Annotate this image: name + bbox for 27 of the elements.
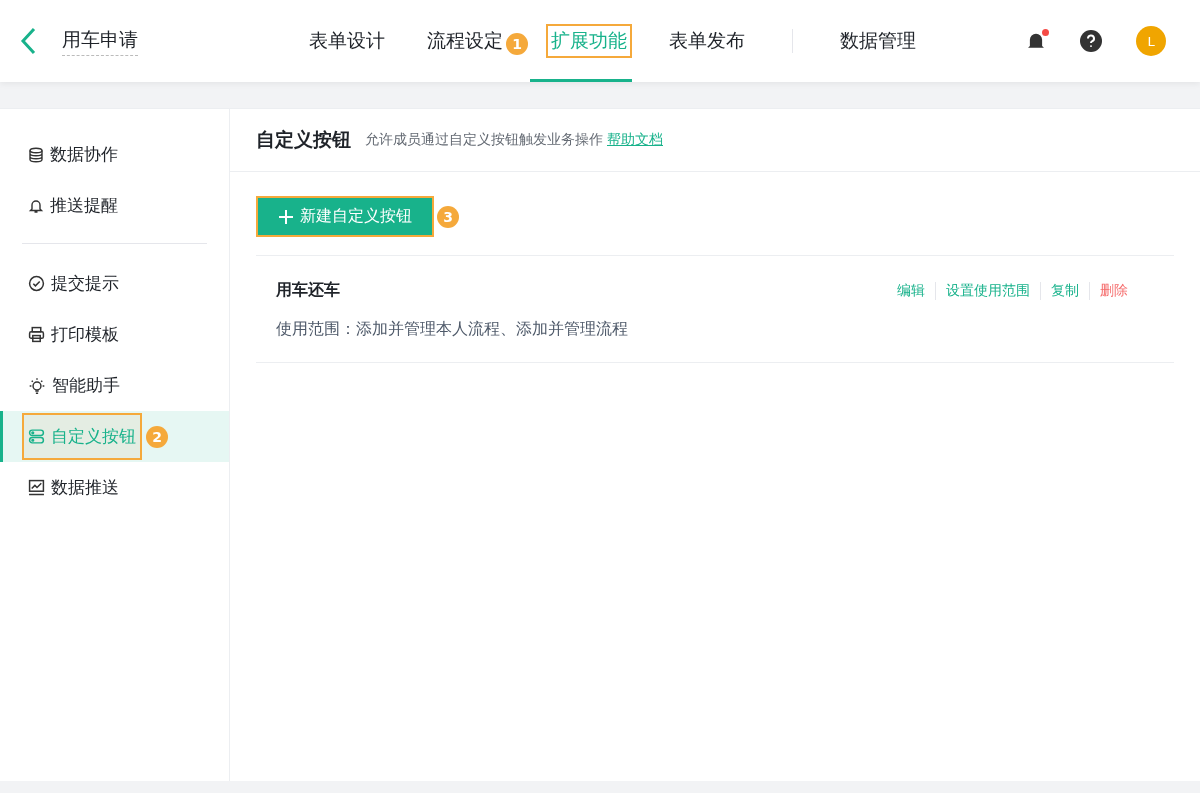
step-marker: 2: [146, 425, 168, 448]
sidebar-item[interactable]: 智能助手: [0, 360, 229, 411]
step-marker: 3: [437, 206, 459, 228]
database-icon: [28, 146, 44, 163]
nav-tab[interactable]: 流程设定: [422, 0, 508, 82]
toggle-buttons-icon: [28, 428, 45, 445]
check-circle-icon: [28, 275, 45, 292]
line-chart-icon: [28, 479, 45, 496]
printer-icon: [28, 326, 45, 343]
step-marker: 1: [506, 33, 528, 55]
sidebar-item[interactable]: 数据推送: [0, 462, 229, 513]
lightbulb-icon: [28, 376, 46, 395]
scope-text: 使用范围：添加并管理本人流程、添加并管理流程: [276, 319, 629, 340]
sidebar-item[interactable]: 打印模板: [0, 309, 229, 360]
bell-icon: [28, 197, 44, 214]
form-title: 用车申请: [62, 26, 138, 56]
nav-tab[interactable]: 数据管理: [835, 0, 921, 82]
plus-icon: [278, 208, 294, 225]
button-name: 用车还车: [276, 280, 340, 301]
nav-tab[interactable]: 表单设计: [304, 0, 390, 82]
section-description: 允许成员通过自定义按钮触发业务操作: [365, 131, 603, 149]
sidebar-item[interactable]: 数据协作: [0, 129, 229, 180]
nav-tab[interactable]: 表单发布: [664, 0, 750, 82]
help-icon[interactable]: [1080, 30, 1102, 52]
section-title: 自定义按钮: [256, 127, 351, 152]
sidebar-item[interactable]: 推送提醒: [0, 180, 229, 231]
sidebar-item[interactable]: 提交提示: [0, 258, 229, 309]
